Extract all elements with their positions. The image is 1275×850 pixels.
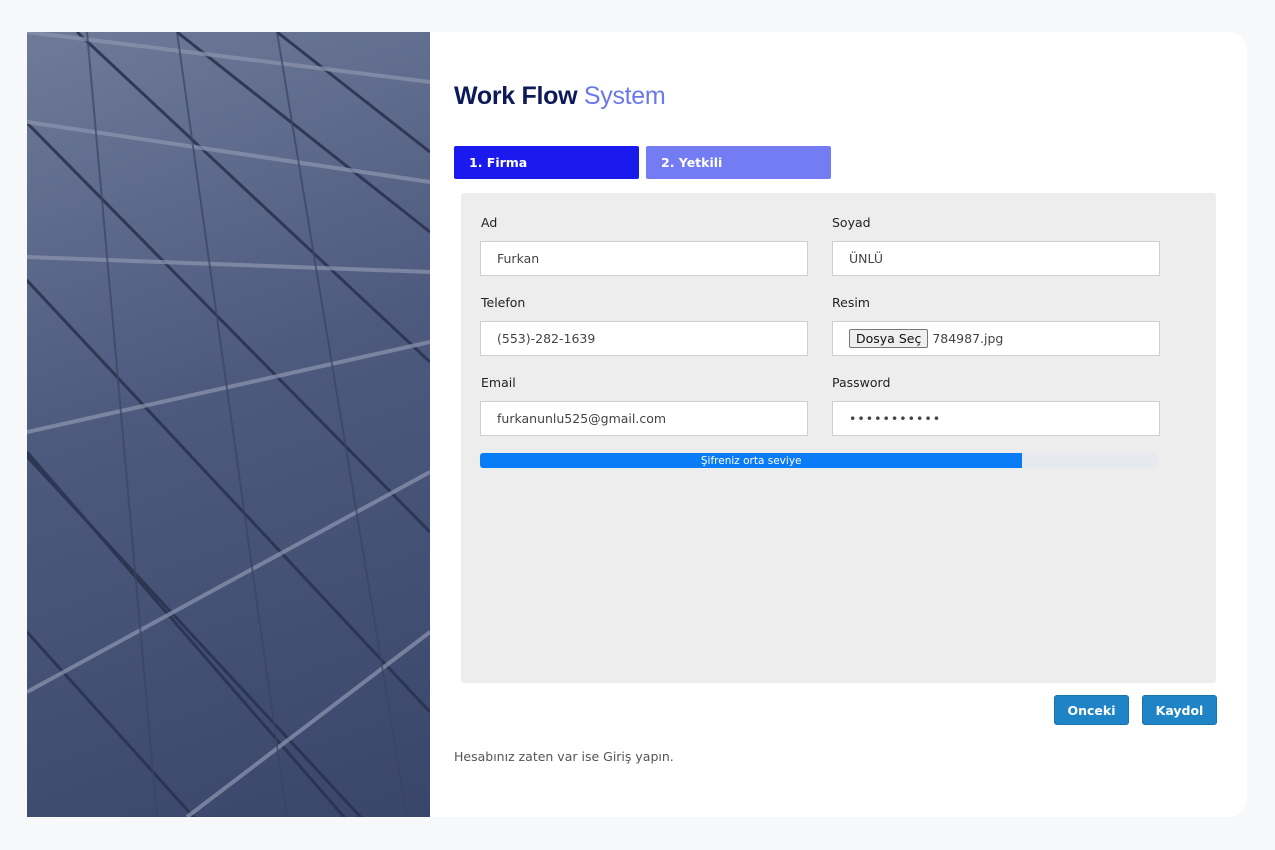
register-card: Work Flow System 1. Firma 2. Yetkili Ad … xyxy=(27,32,1247,817)
building-facade-graphic xyxy=(27,32,430,817)
password-strength-text: Şifreniz orta seviye xyxy=(700,454,802,467)
password-field[interactable]: ••••••••••• xyxy=(832,401,1160,436)
title-light: System xyxy=(583,82,666,110)
password-strength-bar: Şifreniz orta seviye xyxy=(480,453,1158,468)
email-label: Email xyxy=(481,375,516,390)
last-name-label: Soyad xyxy=(832,215,871,230)
page-title: Work Flow System xyxy=(454,82,666,111)
phone-label: Telefon xyxy=(481,295,526,310)
previous-button[interactable]: Onceki xyxy=(1054,695,1129,725)
tab-yetkili[interactable]: 2. Yetkili xyxy=(646,146,831,179)
last-name-field[interactable]: ÜNLÜ xyxy=(832,241,1160,276)
file-name: 784987.jpg xyxy=(932,331,1004,346)
tab-firma[interactable]: 1. Firma xyxy=(454,146,639,179)
form-area: Work Flow System 1. Firma 2. Yetkili Ad … xyxy=(454,32,1247,817)
first-name-label: Ad xyxy=(481,215,498,230)
image-label: Resim xyxy=(832,295,870,310)
password-label: Password xyxy=(832,375,891,390)
building-photo xyxy=(27,32,430,817)
password-strength-fill: Şifreniz orta seviye xyxy=(480,453,1023,468)
image-file-input[interactable]: Dosya Seç 784987.jpg xyxy=(832,321,1160,356)
form-panel: Ad Furkan Soyad ÜNLÜ Telefon (553)-282-1… xyxy=(461,193,1216,683)
login-hint: Hesabınız zaten var ise Giriş yapın. xyxy=(454,749,674,764)
first-name-field[interactable]: Furkan xyxy=(480,241,808,276)
register-button[interactable]: Kaydol xyxy=(1142,695,1217,725)
choose-file-button[interactable]: Dosya Seç xyxy=(849,329,929,348)
email-field[interactable]: furkanunlu525@gmail.com xyxy=(480,401,808,436)
title-strong: Work Flow xyxy=(454,82,578,110)
phone-field[interactable]: (553)-282-1639 xyxy=(480,321,808,356)
